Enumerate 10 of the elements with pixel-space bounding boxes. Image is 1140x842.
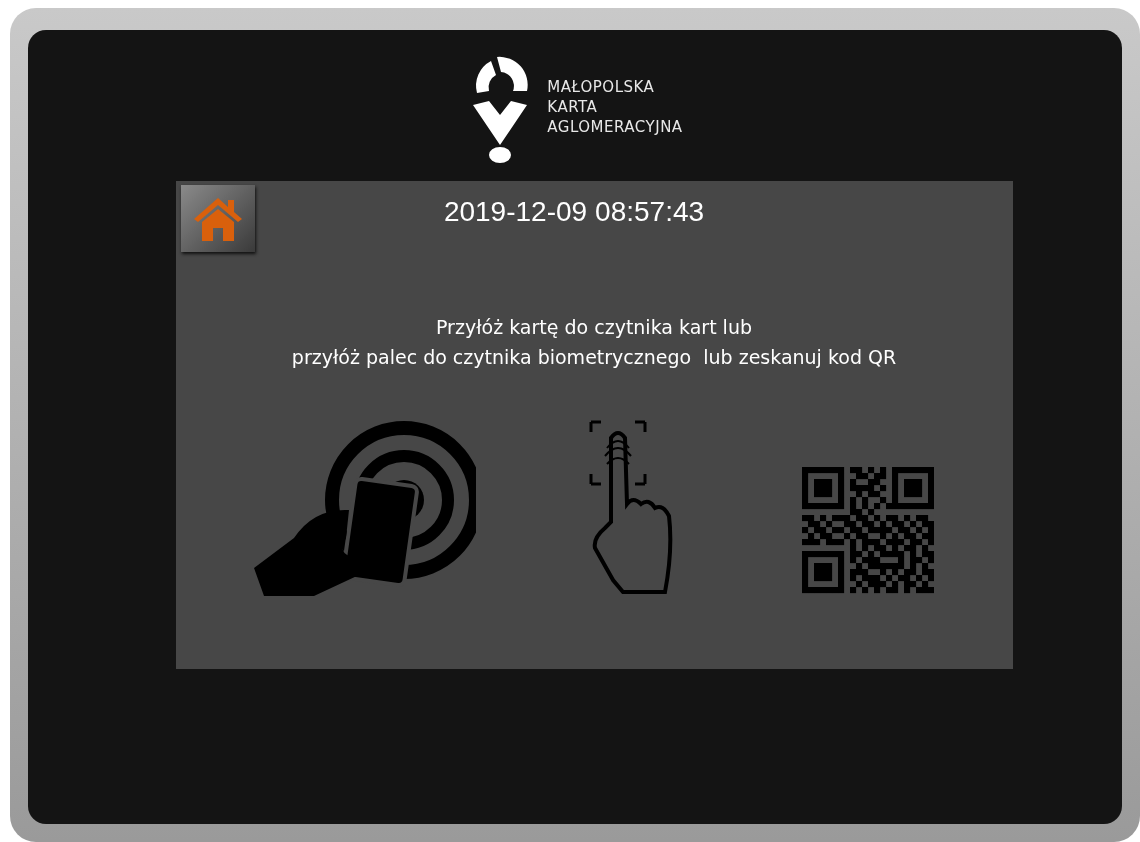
- logo-text: AGLOMERACYJNA: [547, 117, 683, 137]
- time-text: 08:57:43: [595, 196, 705, 228]
- instruction-text: przyłóż palec do czytnika biometrycznego lub zeskanuj kod QR: [291, 346, 897, 368]
- date-text: 2019-12-09: [443, 196, 588, 228]
- logo-text: MAŁOPOLSKA: [547, 77, 656, 97]
- instruction-text: Przyłóż kartę do czytnika kart lub: [436, 316, 752, 338]
- logo-text: KARTA: [547, 97, 599, 117]
- home-button[interactable]: [180, 185, 255, 252]
- qr-code-icon: [802, 464, 934, 596]
- card-tap-icon: [254, 418, 476, 596]
